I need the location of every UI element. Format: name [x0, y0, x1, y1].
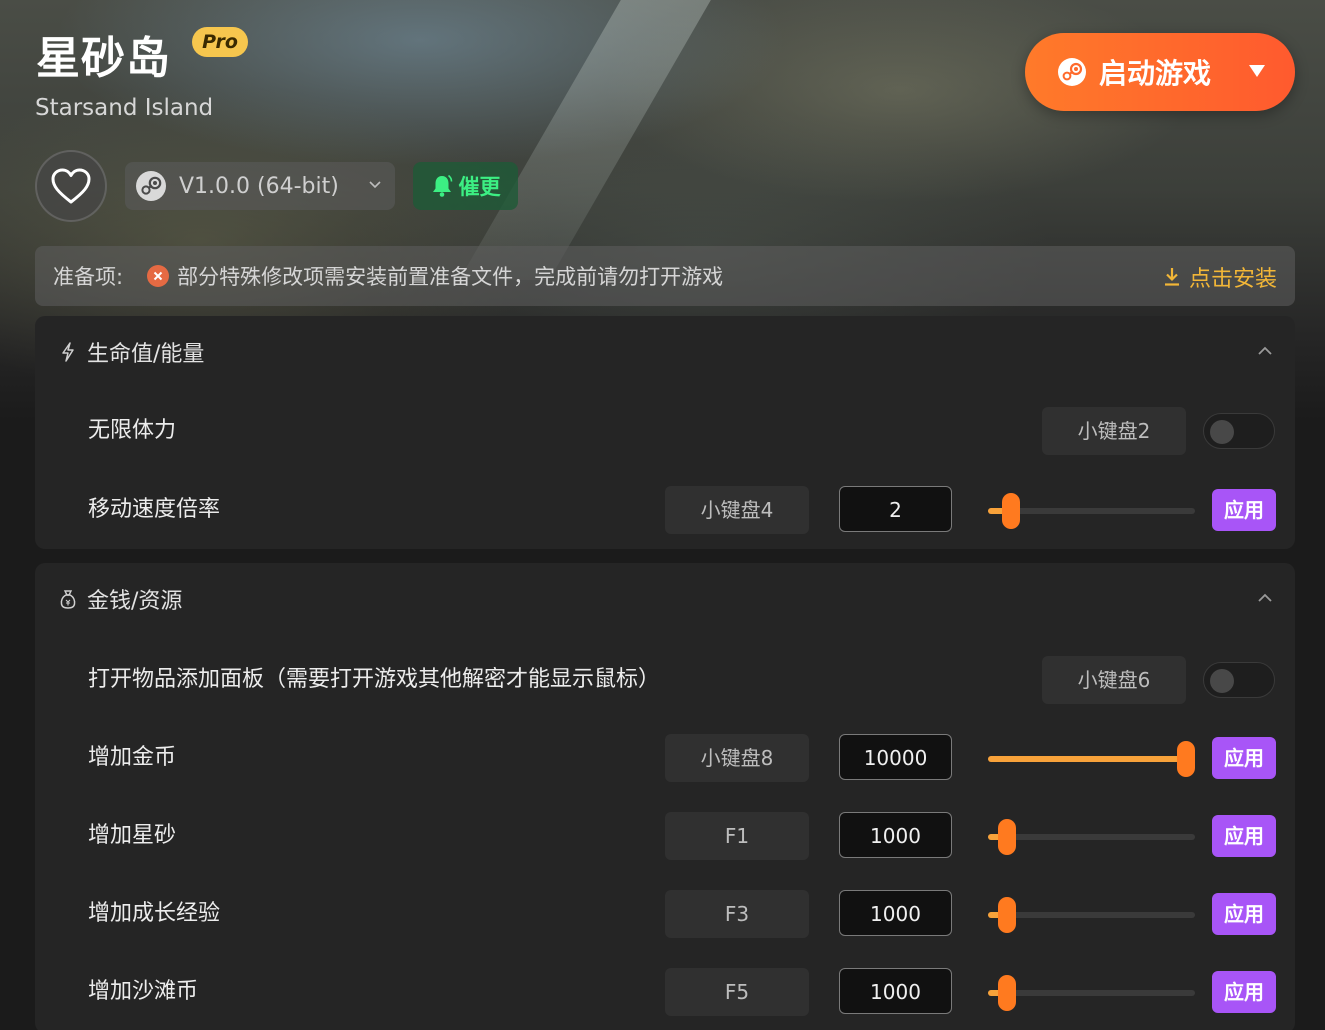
- slider-thumb[interactable]: [1177, 741, 1195, 777]
- caret-down-icon[interactable]: [1247, 63, 1267, 79]
- download-icon: [1164, 268, 1179, 286]
- hotkey-button[interactable]: 小键盘6: [1042, 656, 1186, 704]
- section-title: 金钱/资源: [87, 589, 183, 614]
- value-slider[interactable]: [988, 741, 1195, 777]
- install-label: 点击安装: [1188, 267, 1277, 292]
- steam-icon: [136, 171, 166, 201]
- chevron-down-icon: [369, 181, 381, 189]
- cheat-label: 增加金币: [88, 745, 177, 770]
- toggle-switch[interactable]: [1203, 662, 1275, 698]
- cheat-row: 移动速度倍率 小键盘4 2 应用: [35, 471, 1295, 549]
- hotkey-button[interactable]: F1: [665, 812, 809, 860]
- cheat-label: 增加星砂: [88, 823, 177, 848]
- hotkey-button[interactable]: F5: [665, 968, 809, 1016]
- section-header[interactable]: 金钱/资源: [35, 563, 1295, 635]
- steam-icon: [1058, 58, 1086, 86]
- lightning-icon: [62, 342, 74, 362]
- bell-icon: [432, 174, 452, 197]
- game-title: 星砂岛: [36, 33, 171, 84]
- cheat-row: 无限体力 小键盘2: [35, 392, 1295, 470]
- cheat-label: 增加沙滩币: [88, 979, 199, 1004]
- apply-button[interactable]: 应用: [1212, 971, 1276, 1013]
- prep-message: 部分特殊修改项需安装前置准备文件，完成前请勿打开游戏: [177, 265, 724, 289]
- launch-game-button[interactable]: 启动游戏: [1025, 33, 1295, 111]
- toggle-switch[interactable]: [1203, 413, 1275, 449]
- value-slider[interactable]: [988, 897, 1195, 933]
- error-icon: [147, 265, 170, 287]
- value-input[interactable]: 1000: [839, 968, 952, 1014]
- slider-thumb[interactable]: [997, 975, 1016, 1011]
- apply-button[interactable]: 应用: [1212, 737, 1276, 779]
- game-header: 星砂岛 Pro Starsand Island 启动游戏 V1.0.0 (64-…: [0, 0, 1325, 240]
- value-input[interactable]: 10000: [839, 734, 952, 780]
- apply-button[interactable]: 应用: [1212, 893, 1276, 935]
- hotkey-button[interactable]: 小键盘2: [1042, 407, 1186, 455]
- prerequisite-bar: 准备项: 部分特殊修改项需安装前置准备文件，完成前请勿打开游戏 点击安装: [35, 246, 1295, 306]
- cheat-label: 增加成长经验: [88, 901, 221, 926]
- value-slider[interactable]: [988, 493, 1195, 529]
- cheat-row: 打开物品添加面板（需要打开游戏其他解密才能显示鼠标） 小键盘6: [35, 641, 1295, 719]
- cheat-label: 打开物品添加面板（需要打开游戏其他解密才能显示鼠标）: [88, 667, 661, 692]
- cheat-row: 增加星砂 F1 1000 应用: [35, 797, 1295, 875]
- value-input[interactable]: 2: [839, 486, 952, 532]
- value-input[interactable]: 1000: [839, 890, 952, 936]
- hotkey-button[interactable]: 小键盘8: [665, 734, 809, 782]
- launch-label: 启动游戏: [1099, 57, 1212, 90]
- hotkey-button[interactable]: 小键盘4: [665, 486, 809, 534]
- version-select[interactable]: V1.0.0 (64-bit): [125, 162, 395, 210]
- slider-thumb[interactable]: [997, 897, 1016, 933]
- pro-badge: Pro: [192, 27, 248, 57]
- urge-label: 催更: [458, 175, 501, 199]
- value-slider[interactable]: [988, 819, 1195, 855]
- apply-button[interactable]: 应用: [1212, 815, 1276, 857]
- value-slider[interactable]: [988, 975, 1195, 1011]
- section-header[interactable]: 生命值/能量: [35, 316, 1295, 388]
- game-subtitle: Starsand Island: [35, 95, 214, 121]
- apply-button[interactable]: 应用: [1212, 489, 1276, 531]
- cheat-row: 增加金币 小键盘8 10000 应用: [35, 719, 1295, 797]
- money-bag-icon: [60, 590, 76, 609]
- hotkey-button[interactable]: F3: [665, 890, 809, 938]
- slider-thumb[interactable]: [997, 819, 1016, 855]
- cheat-label: 移动速度倍率: [88, 497, 221, 522]
- urge-update-button[interactable]: 催更: [413, 162, 518, 210]
- cheat-label: 无限体力: [88, 418, 177, 443]
- section-money-resources: 金钱/资源 打开物品添加面板（需要打开游戏其他解密才能显示鼠标） 小键盘6 增加…: [35, 563, 1295, 1030]
- cheat-row: 增加成长经验 F3 1000 应用: [35, 875, 1295, 953]
- heart-icon: [51, 168, 91, 204]
- prep-label: 准备项:: [53, 265, 124, 289]
- cheat-row: 增加沙滩币 F5 1000 应用: [35, 953, 1295, 1030]
- favorite-button[interactable]: [35, 150, 107, 222]
- version-label: V1.0.0 (64-bit): [179, 173, 339, 199]
- section-health-energy: 生命值/能量 无限体力 小键盘2 移动速度倍率 小键盘4 2 应用: [35, 316, 1295, 549]
- chevron-up-icon[interactable]: [1257, 593, 1273, 603]
- chevron-up-icon[interactable]: [1257, 346, 1273, 356]
- install-button[interactable]: 点击安装: [1163, 261, 1277, 293]
- slider-thumb[interactable]: [1001, 493, 1020, 529]
- value-input[interactable]: 1000: [839, 812, 952, 858]
- section-title: 生命值/能量: [87, 342, 205, 367]
